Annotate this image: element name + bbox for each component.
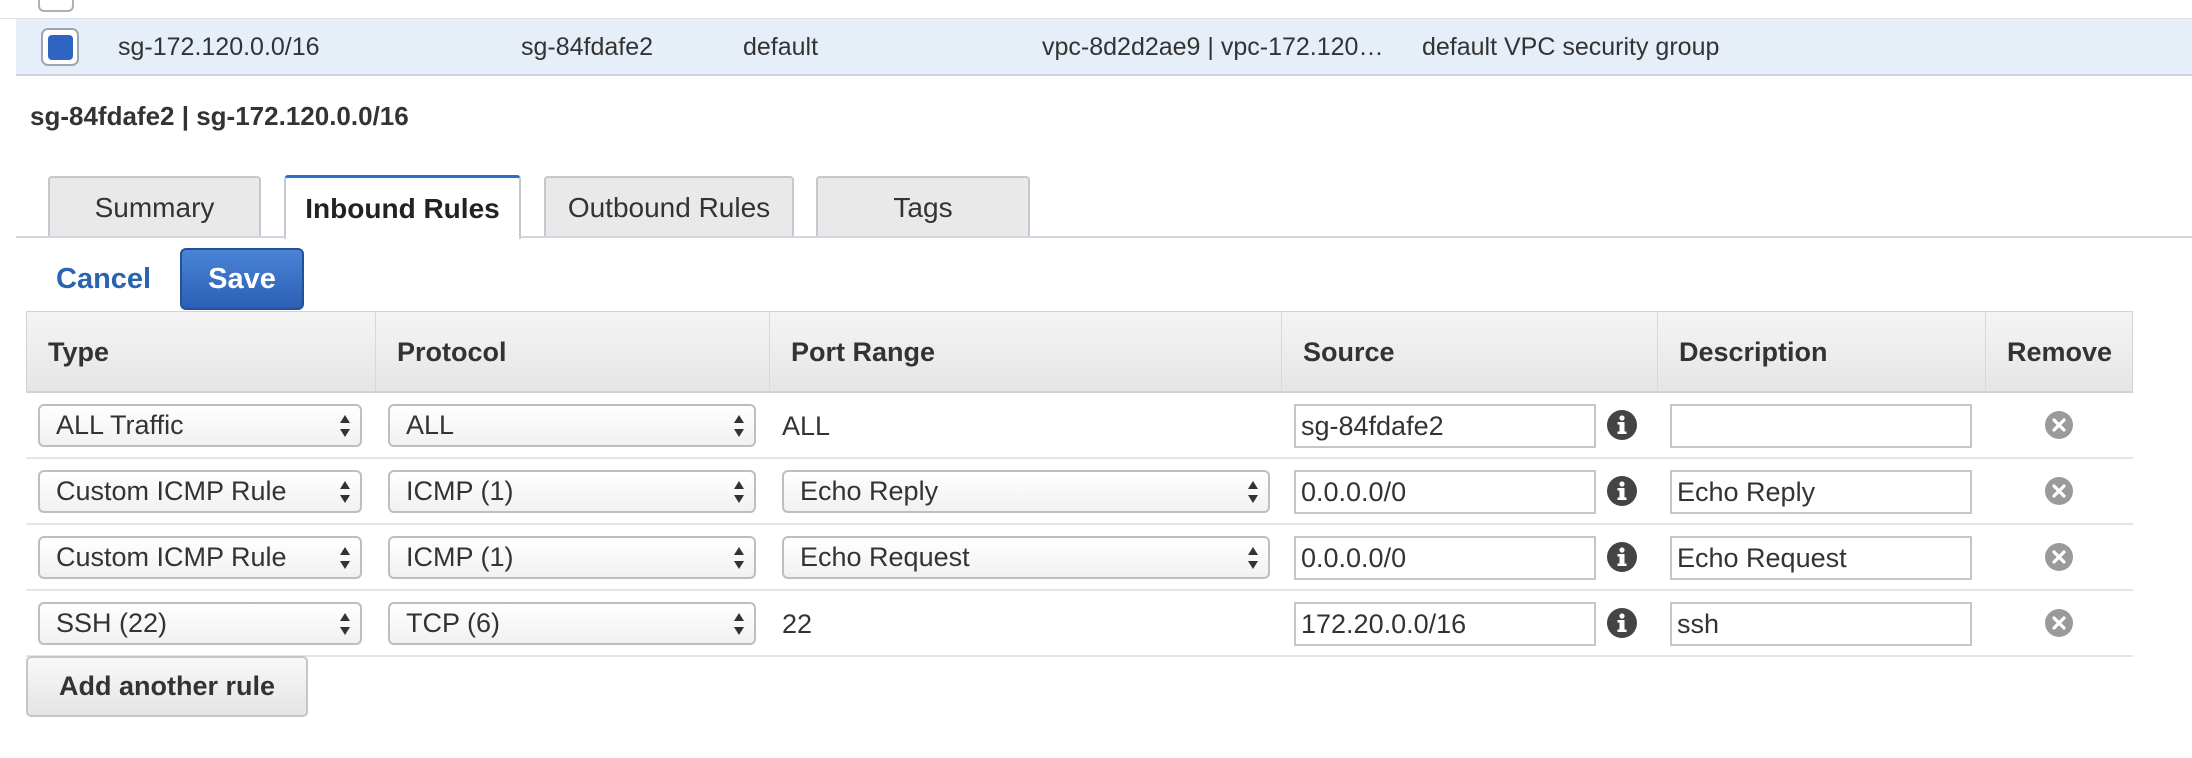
type-select-value: Custom ICMP Rule (56, 542, 287, 572)
protocol-select-value: ICMP (1) (406, 476, 514, 506)
row-description: default VPC security group (1422, 33, 1720, 61)
type-select[interactable]: Custom ICMP Rule (38, 470, 362, 513)
source-input-value: 0.0.0.0/0 (1301, 542, 1407, 573)
source-input-value: sg-84fdafe2 (1301, 410, 1444, 441)
detail-title: sg-84fdafe2 | sg-172.120.0.0/16 (30, 101, 409, 131)
table-row: Custom ICMP Rule ICMP (1) Echo Request 0… (26, 525, 2133, 591)
source-input[interactable]: sg-84fdafe2 (1294, 404, 1596, 448)
protocol-select[interactable]: TCP (6) (388, 602, 756, 645)
inbound-rules-table: Type Protocol Port Range Source Descript… (26, 311, 2133, 657)
info-circle-icon[interactable] (1606, 607, 1638, 639)
protocol-select-value: ALL (406, 410, 455, 440)
description-input[interactable]: Echo Reply (1670, 470, 1972, 514)
type-select[interactable]: SSH (22) (38, 602, 362, 645)
source-input[interactable]: 0.0.0.0/0 (1294, 470, 1596, 514)
protocol-select[interactable]: ALL (388, 404, 756, 447)
column-header-port-range: Port Range (770, 312, 1282, 392)
save-button[interactable]: Save (180, 248, 304, 310)
tab-summary[interactable]: Summary (48, 176, 261, 238)
info-circle-icon[interactable] (1606, 475, 1638, 507)
description-input-value: Echo Request (1677, 542, 1847, 573)
updown-arrows-icon (734, 415, 744, 437)
tab-outbound-rules[interactable]: Outbound Rules (544, 176, 794, 238)
info-circle-icon[interactable] (1606, 409, 1638, 441)
type-select[interactable]: ALL Traffic (38, 404, 362, 447)
port-range-value: 22 (782, 609, 813, 639)
security-group-row-partial (0, 0, 2192, 19)
row-checkbox[interactable] (38, 0, 74, 12)
updown-arrows-icon (1248, 481, 1258, 503)
table-row: SSH (22) TCP (6) 22 172.20.0.0/16 ssh (26, 591, 2133, 657)
port-range-select[interactable]: Echo Reply (782, 470, 1270, 513)
table-header: Type Protocol Port Range Source Descript… (26, 311, 2133, 393)
updown-arrows-icon (340, 415, 350, 437)
type-select-value: Custom ICMP Rule (56, 476, 287, 506)
updown-arrows-icon (1248, 547, 1258, 569)
source-input-value: 0.0.0.0/0 (1301, 476, 1407, 507)
tab-inbound-rules[interactable]: Inbound Rules (284, 175, 521, 239)
updown-arrows-icon (340, 547, 350, 569)
checkbox-fill (47, 34, 73, 60)
remove-circle-x-icon[interactable] (2044, 542, 2074, 572)
remove-circle-x-icon[interactable] (2044, 608, 2074, 638)
row-name: sg-172.120.0.0/16 (118, 33, 320, 61)
type-select[interactable]: Custom ICMP Rule (38, 536, 362, 579)
protocol-select[interactable]: ICMP (1) (388, 536, 756, 579)
row-vpc-id[interactable]: vpc-8d2d2ae9 | vpc-172.120… (1042, 33, 1383, 62)
selected-security-group-row[interactable]: sg-172.120.0.0/16 sg-84fdafe2 default vp… (16, 19, 2192, 76)
column-header-description: Description (1658, 312, 1986, 392)
remove-circle-x-icon[interactable] (2044, 476, 2074, 506)
row-group-name: default (743, 33, 819, 61)
add-another-rule-button[interactable]: Add another rule (26, 656, 308, 717)
description-input[interactable]: Echo Request (1670, 536, 1972, 580)
description-input-value: Echo Reply (1677, 476, 1816, 507)
protocol-select-value: TCP (6) (406, 608, 501, 638)
source-input[interactable]: 172.20.0.0/16 (1294, 602, 1596, 646)
table-row: ALL Traffic ALL ALL sg-84fdafe2 (26, 393, 2133, 459)
remove-circle-x-icon[interactable] (2044, 410, 2074, 440)
protocol-select[interactable]: ICMP (1) (388, 470, 756, 513)
updown-arrows-icon (734, 481, 744, 503)
port-range-select-value: Echo Request (800, 542, 970, 572)
description-input-value: ssh (1677, 608, 1720, 639)
row-checkbox-checked[interactable] (41, 28, 79, 66)
source-input-value: 172.20.0.0/16 (1301, 608, 1467, 639)
source-input[interactable]: 0.0.0.0/0 (1294, 536, 1596, 580)
updown-arrows-icon (734, 547, 744, 569)
column-header-protocol: Protocol (376, 312, 770, 392)
column-header-type: Type (27, 312, 376, 392)
info-circle-icon[interactable] (1606, 541, 1638, 573)
tab-tags[interactable]: Tags (816, 176, 1030, 238)
port-range-select-value: Echo Reply (800, 476, 939, 506)
active-tab-gap (286, 236, 519, 239)
column-header-source: Source (1282, 312, 1658, 392)
updown-arrows-icon (340, 481, 350, 503)
port-range-select[interactable]: Echo Request (782, 536, 1270, 579)
updown-arrows-icon (340, 613, 350, 635)
column-header-remove: Remove (2007, 336, 2113, 367)
type-select-value: SSH (22) (56, 608, 168, 638)
updown-arrows-icon (734, 613, 744, 635)
protocol-select-value: ICMP (1) (406, 542, 514, 572)
port-range-value: ALL (782, 411, 831, 441)
cancel-link[interactable]: Cancel (56, 263, 151, 296)
description-input[interactable] (1670, 404, 1972, 448)
type-select-value: ALL Traffic (56, 410, 184, 440)
table-row: Custom ICMP Rule ICMP (1) Echo Reply 0.0… (26, 459, 2133, 525)
description-input[interactable]: ssh (1670, 602, 1972, 646)
row-group-id: sg-84fdafe2 (521, 33, 654, 61)
